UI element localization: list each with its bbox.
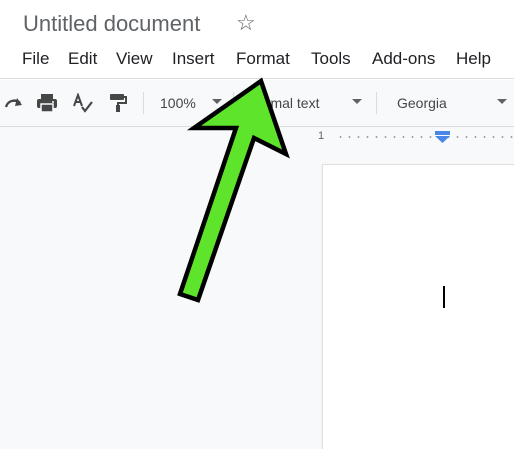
menu-file[interactable]: File [22,49,49,69]
menu-divider [0,78,514,79]
menu-bar: File Edit View Insert Format Tools Add-o… [0,44,514,74]
menu-insert[interactable]: Insert [172,49,215,69]
text-cursor [443,286,445,308]
title-bar: Untitled document ☆ [0,0,514,44]
ruler-ticks [336,136,514,138]
toolbar-divider [376,92,377,114]
spellcheck-icon[interactable] [72,93,94,113]
menu-add-ons[interactable]: Add-ons [372,49,435,69]
menu-help[interactable]: Help [456,49,491,69]
toolbar: 100% ormal text Georgia [0,80,514,126]
redo-icon[interactable] [4,94,24,112]
paint-format-icon[interactable] [108,93,128,113]
style-select[interactable]: ormal text [258,95,319,111]
menu-view[interactable]: View [116,49,153,69]
star-icon[interactable]: ☆ [236,10,256,36]
font-dropdown-icon[interactable] [497,99,507,104]
menu-format[interactable]: Format [236,49,290,69]
zoom-dropdown-icon[interactable] [212,99,222,104]
document-page[interactable] [323,165,514,449]
ruler-number: 1 [318,130,325,142]
menu-tools[interactable]: Tools [311,49,351,69]
font-select[interactable]: Georgia [397,95,447,111]
menu-edit[interactable]: Edit [68,49,97,69]
document-title[interactable]: Untitled document [23,11,200,37]
zoom-select[interactable]: 100% [160,95,196,111]
style-dropdown-icon[interactable] [352,99,362,104]
indent-marker-icon[interactable] [434,131,451,143]
print-icon[interactable] [36,93,58,113]
toolbar-divider [233,92,234,114]
toolbar-divider [143,92,144,114]
